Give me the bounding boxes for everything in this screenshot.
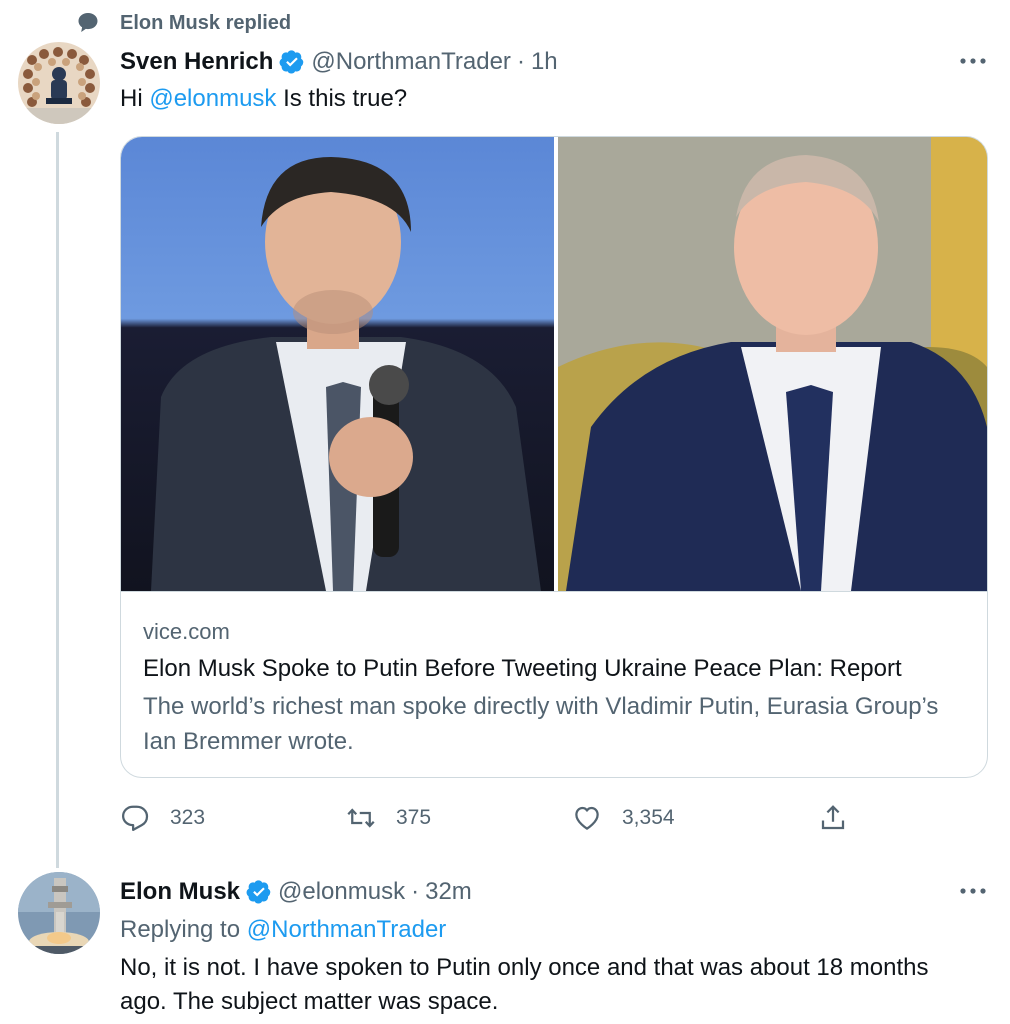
social-context-text: Elon Musk replied bbox=[120, 11, 292, 34]
tweet-header: Elon Musk @elonmusk · 32m bbox=[120, 876, 472, 908]
author-handle[interactable]: @elonmusk bbox=[278, 878, 405, 906]
verified-badge-icon bbox=[246, 880, 271, 904]
social-context: Elon Musk replied bbox=[76, 10, 291, 36]
speech-bubble-icon bbox=[78, 13, 98, 32]
tweet-text: Hi @elonmusk Is this true? bbox=[120, 82, 407, 116]
replying-to-prefix: Replying to bbox=[120, 916, 247, 943]
tweet-timestamp[interactable]: 1h bbox=[531, 48, 558, 76]
reply-button[interactable]: 323 bbox=[120, 800, 205, 836]
retweet-count: 375 bbox=[396, 806, 432, 829]
reply-count: 323 bbox=[170, 806, 206, 829]
retweet-button[interactable]: 375 bbox=[346, 800, 431, 836]
action-bar: 323 375 3,354 bbox=[120, 800, 880, 836]
more-dots-icon bbox=[960, 888, 986, 894]
share-icon bbox=[821, 805, 845, 830]
avatar-image bbox=[18, 872, 100, 954]
author-name[interactable]: Sven Henrich bbox=[120, 48, 273, 76]
avatar[interactable] bbox=[18, 872, 100, 954]
like-button[interactable]: 3,354 bbox=[572, 800, 675, 836]
card-divider bbox=[121, 591, 987, 592]
tweet-header: Sven Henrich @NorthmanTrader · 1h bbox=[120, 46, 558, 78]
separator-dot: · bbox=[516, 48, 525, 75]
tweet-timestamp[interactable]: 32m bbox=[425, 878, 472, 906]
tweet-text-suffix: Is this true? bbox=[276, 85, 408, 112]
more-options-button[interactable] bbox=[958, 46, 988, 76]
author-handle[interactable]: @NorthmanTrader bbox=[311, 48, 511, 76]
tweet-text: No, it is not. I have spoken to Putin on… bbox=[120, 954, 929, 1015]
reply-icon bbox=[122, 805, 149, 831]
thread-line bbox=[56, 132, 59, 868]
retweet-icon bbox=[347, 808, 375, 828]
separator-dot: · bbox=[411, 878, 420, 905]
card-image bbox=[121, 137, 987, 591]
tweet-text-prefix: Hi bbox=[120, 85, 150, 112]
share-button[interactable] bbox=[818, 800, 848, 836]
link-card[interactable]: vice.com Elon Musk Spoke to Putin Before… bbox=[120, 136, 988, 778]
author-name[interactable]: Elon Musk bbox=[120, 878, 240, 906]
avatar-image bbox=[18, 42, 100, 124]
card-domain: vice.com bbox=[143, 619, 230, 644]
more-options-button[interactable] bbox=[958, 876, 988, 906]
verified-badge-icon bbox=[279, 50, 304, 74]
heart-icon bbox=[575, 806, 599, 830]
replying-to: Replying to @NorthmanTrader bbox=[120, 913, 446, 947]
mention-link[interactable]: @elonmusk bbox=[149, 85, 276, 112]
card-description: The world’s richest man spoke directly w… bbox=[143, 693, 939, 755]
avatar[interactable] bbox=[18, 42, 100, 124]
card-title: Elon Musk Spoke to Putin Before Tweeting… bbox=[143, 655, 902, 682]
like-count: 3,354 bbox=[622, 806, 675, 829]
more-dots-icon bbox=[960, 58, 986, 64]
replying-to-link[interactable]: @NorthmanTrader bbox=[247, 916, 447, 943]
